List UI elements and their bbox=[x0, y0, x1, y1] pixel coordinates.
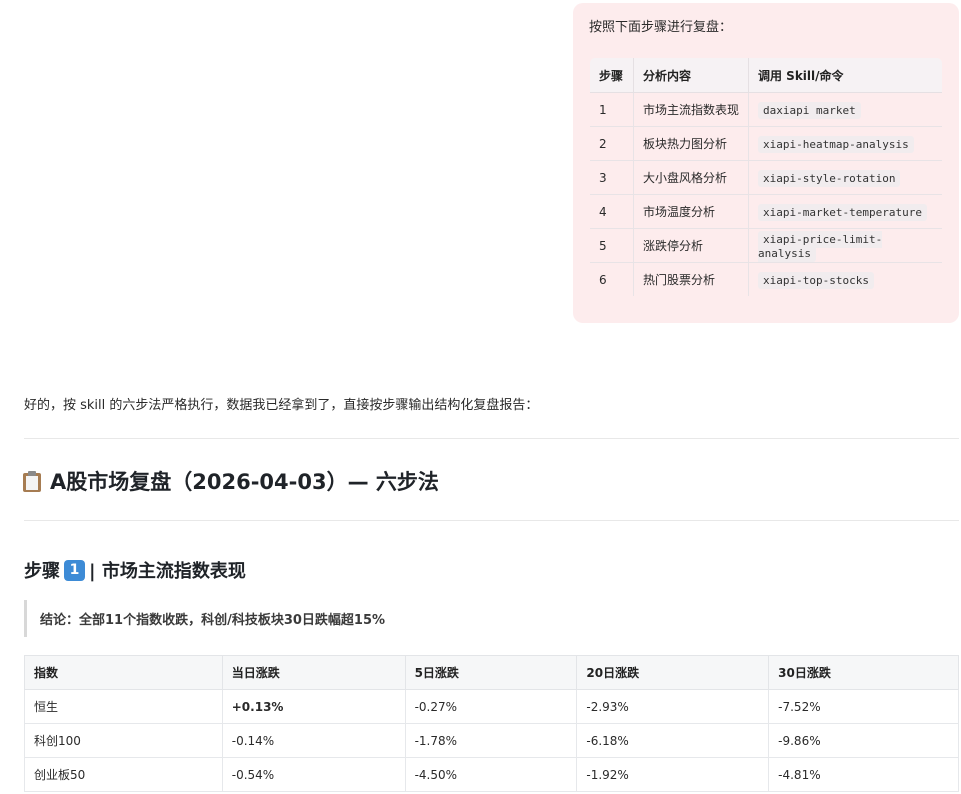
step-number: 2 bbox=[590, 126, 634, 161]
user-message-bubble: 按照下面步骤进行复盘： 步骤 分析内容 调用 Skill/命令 1 市场主流指数… bbox=[573, 3, 959, 323]
step-content: 市场温度分析 bbox=[633, 194, 749, 229]
change-5d: -4.50% bbox=[404, 757, 578, 792]
step-command-cell: xiapi-style-rotation bbox=[748, 160, 942, 195]
change-20d: -2.93% bbox=[576, 689, 770, 724]
steps-header-command: 调用 Skill/命令 bbox=[748, 58, 942, 93]
index-table-header-row: 指数 当日涨跌 5日涨跌 20日涨跌 30日涨跌 bbox=[24, 655, 959, 690]
step1-heading: 步骤 1 | 市场主流指数表现 bbox=[24, 557, 246, 583]
step-command: xiapi-heatmap-analysis bbox=[758, 135, 914, 153]
step-command-cell: daxiapi market bbox=[748, 92, 942, 127]
header-20d-change: 20日涨跌 bbox=[576, 655, 770, 690]
index-performance-table: 指数 当日涨跌 5日涨跌 20日涨跌 30日涨跌 恒生 +0.13% -0.27… bbox=[24, 655, 959, 792]
clipboard-icon bbox=[22, 470, 42, 492]
step-command-cell: xiapi-top-stocks bbox=[748, 262, 942, 296]
day-change: +0.13% bbox=[221, 689, 406, 724]
table-row: 3 大小盘风格分析 xiapi-style-rotation bbox=[590, 160, 942, 195]
step-command: xiapi-style-rotation bbox=[758, 169, 901, 187]
table-row: 1 市场主流指数表现 daxiapi market bbox=[590, 92, 942, 127]
change-20d: -6.18% bbox=[576, 723, 770, 758]
table-row: 科创100 -0.14% -1.78% -6.18% -9.86% bbox=[24, 723, 959, 758]
steps-header-content: 分析内容 bbox=[633, 58, 749, 93]
steps-header-step: 步骤 bbox=[590, 58, 634, 93]
assistant-intro-text: 好的，按 skill 的六步法严格执行，数据我已经拿到了，直接按步骤输出结构化复… bbox=[24, 398, 539, 413]
step-command: xiapi-market-temperature bbox=[758, 203, 927, 221]
change-30d: -9.86% bbox=[768, 723, 959, 758]
report-title: A股市场复盘（2026-04-03）— 六步法 bbox=[22, 466, 439, 496]
step-command-cell: xiapi-market-temperature bbox=[748, 194, 942, 229]
step-command: xiapi-price-limit-analysis bbox=[758, 230, 883, 262]
step-number: 5 bbox=[590, 228, 634, 263]
table-row: 恒生 +0.13% -0.27% -2.93% -7.52% bbox=[24, 689, 959, 724]
step-content: 热门股票分析 bbox=[633, 262, 749, 296]
table-row: 2 板块热力图分析 xiapi-heatmap-analysis bbox=[590, 126, 942, 161]
day-change: -0.54% bbox=[221, 757, 406, 792]
step-number: 6 bbox=[590, 262, 634, 296]
step-command: xiapi-top-stocks bbox=[758, 271, 874, 289]
index-name: 科创100 bbox=[24, 723, 223, 758]
step1-conclusion: 结论：全部11个指数收跌，科创/科技板块30日跌幅超15% bbox=[24, 600, 385, 637]
change-30d: -4.81% bbox=[768, 757, 959, 792]
change-5d: -0.27% bbox=[404, 689, 578, 724]
table-row: 创业板50 -0.54% -4.50% -1.92% -4.81% bbox=[24, 757, 959, 792]
step-command: daxiapi market bbox=[758, 101, 861, 119]
change-30d: -7.52% bbox=[768, 689, 959, 724]
user-message-text: 按照下面步骤进行复盘： bbox=[589, 20, 733, 35]
step-number: 1 bbox=[590, 92, 634, 127]
day-change: -0.14% bbox=[221, 723, 406, 758]
header-index: 指数 bbox=[24, 655, 223, 690]
step-number: 4 bbox=[590, 194, 634, 229]
header-5d-change: 5日涨跌 bbox=[404, 655, 578, 690]
step-number: 3 bbox=[590, 160, 634, 195]
change-20d: -1.92% bbox=[576, 757, 770, 792]
table-row: 4 市场温度分析 xiapi-market-temperature bbox=[590, 194, 942, 229]
index-name: 创业板50 bbox=[24, 757, 223, 792]
step-content: 板块热力图分析 bbox=[633, 126, 749, 161]
table-row: 6 热门股票分析 xiapi-top-stocks bbox=[590, 262, 942, 296]
change-5d: -1.78% bbox=[404, 723, 578, 758]
steps-table: 步骤 分析内容 调用 Skill/命令 1 市场主流指数表现 daxiapi m… bbox=[589, 57, 943, 297]
step1-heading-title: | 市场主流指数表现 bbox=[89, 561, 246, 582]
header-day-change: 当日涨跌 bbox=[221, 655, 406, 690]
divider bbox=[24, 438, 959, 439]
step-command-cell: xiapi-price-limit-analysis bbox=[748, 228, 942, 263]
report-title-text: A股市场复盘（2026-04-03）— 六步法 bbox=[50, 470, 439, 494]
step1-heading-prefix: 步骤 bbox=[24, 561, 60, 582]
keycap-one-icon: 1 bbox=[64, 559, 85, 581]
chat-page: 按照下面步骤进行复盘： 步骤 分析内容 调用 Skill/命令 1 市场主流指数… bbox=[0, 0, 961, 794]
step-command-cell: xiapi-heatmap-analysis bbox=[748, 126, 942, 161]
index-name: 恒生 bbox=[24, 689, 223, 724]
divider bbox=[24, 520, 959, 521]
steps-table-header-row: 步骤 分析内容 调用 Skill/命令 bbox=[590, 58, 942, 93]
step1-conclusion-text: 结论：全部11个指数收跌，科创/科技板块30日跌幅超15% bbox=[40, 613, 386, 628]
step-content: 市场主流指数表现 bbox=[633, 92, 749, 127]
step-content: 涨跌停分析 bbox=[633, 228, 749, 263]
header-30d-change: 30日涨跌 bbox=[768, 655, 959, 690]
table-row: 5 涨跌停分析 xiapi-price-limit-analysis bbox=[590, 228, 942, 263]
step-content: 大小盘风格分析 bbox=[633, 160, 749, 195]
